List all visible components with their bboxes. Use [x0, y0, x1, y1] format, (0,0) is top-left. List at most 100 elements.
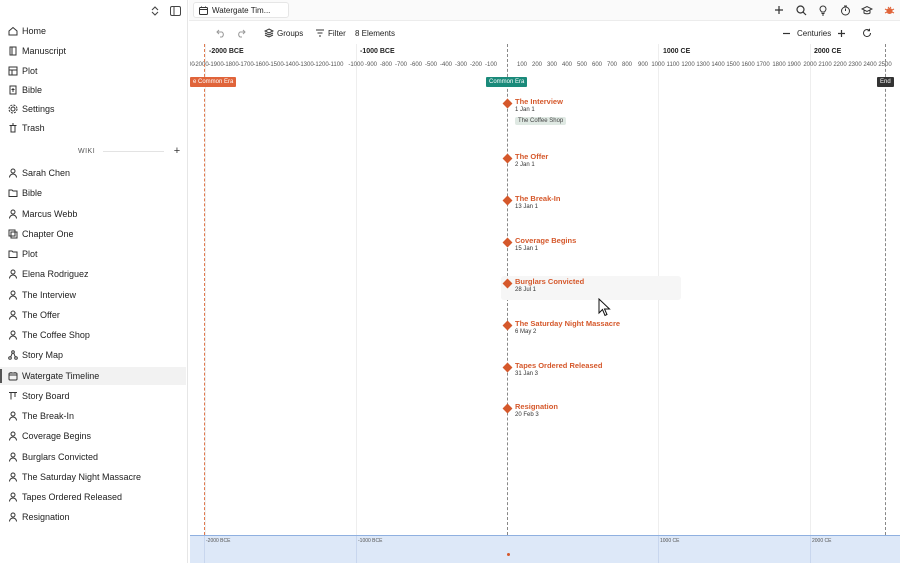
sidebar-item-label: Home: [22, 26, 47, 36]
wiki-item-chapter-one[interactable]: Chapter One: [0, 225, 186, 243]
sort-icon[interactable]: [149, 5, 161, 17]
zoom-out-button[interactable]: [781, 28, 794, 38]
minus-icon: [781, 28, 791, 38]
sidebar-toggle-icon[interactable]: [169, 5, 181, 17]
event-date: 15 Jan 1: [515, 246, 539, 252]
new-tab-icon[interactable]: [772, 3, 786, 17]
wiki-item-the-coffee-shop[interactable]: The Coffee Shop: [0, 326, 186, 344]
minimap-label: -1000 BCE: [358, 538, 383, 544]
reset-view-button[interactable]: [862, 28, 875, 38]
wiki-item-burglars-convicted[interactable]: Burglars Convicted: [0, 448, 186, 466]
person-icon: [8, 472, 18, 482]
wiki-item-bible[interactable]: Bible: [0, 184, 186, 202]
timeline-event-the-interview[interactable]: The Interview 1 Jan 1 The Coffee Shop: [501, 96, 681, 125]
filter-button[interactable]: Filter: [315, 28, 346, 38]
minor-tick-label: -700: [394, 62, 408, 68]
minor-tick-label: -1300: [298, 62, 314, 68]
event-title: Coverage Begins: [515, 236, 577, 245]
wiki-item-label: The Interview: [22, 289, 77, 300]
common-era-marker[interactable]: Common Era: [486, 77, 528, 87]
person-icon: [8, 269, 18, 279]
layers-icon: [264, 28, 274, 38]
minor-tick-label: -1800: [223, 62, 239, 68]
wiki-item-label: Story Map: [22, 350, 64, 361]
minor-tick-label: -100: [484, 62, 498, 68]
timeline-event-burglars-convicted[interactable]: Burglars Convicted 28 Jul 1: [501, 276, 681, 300]
start-marker[interactable]: e Common Era: [190, 77, 237, 87]
timeline-event-the-offer[interactable]: The Offer 2 Jan 1: [501, 151, 681, 175]
sidebar-item-plot[interactable]: Plot: [0, 62, 186, 80]
timeline-canvas[interactable]: -2000 BCE -1000 BCE 1000 CE 2000 CE -210…: [190, 44, 900, 535]
wiki-item-label: Burglars Convicted: [22, 451, 99, 462]
minor-tick-label: 1300: [696, 62, 710, 68]
wiki-item-marcus-webb[interactable]: Marcus Webb: [0, 205, 186, 223]
event-diamond-icon: [502, 237, 513, 248]
sidebar-item-bible[interactable]: Bible: [0, 81, 186, 99]
wiki-item-story-map[interactable]: Story Map: [0, 346, 186, 364]
wiki-item-label: Story Board: [22, 390, 70, 401]
sidebar-item-home[interactable]: Home: [0, 22, 186, 40]
graduation-cap-icon[interactable]: [860, 3, 874, 17]
wiki-item-label: Marcus Webb: [22, 208, 78, 219]
timeline-minimap[interactable]: -2000 BCE -1000 BCE 1000 CE 2000 CE: [190, 535, 900, 563]
sidebar-item-trash[interactable]: Trash: [0, 119, 186, 137]
event-title: The Offer: [515, 152, 549, 161]
folder-icon: [8, 188, 18, 198]
timeline-event-the-saturday-night-massacre[interactable]: The Saturday Night Massacre 6 May 2: [501, 318, 681, 342]
zoom-in-button[interactable]: [836, 28, 849, 38]
person-icon: [8, 452, 18, 462]
wiki-item-plot[interactable]: Plot: [0, 245, 186, 263]
wiki-item-elena-rodriguez[interactable]: Elena Rodriguez: [0, 265, 186, 283]
wiki-item-tapes-ordered-released[interactable]: Tapes Ordered Released: [0, 488, 186, 506]
bible-icon: [8, 85, 18, 95]
tab-watergate-timeline[interactable]: Watergate Tim...: [193, 2, 289, 18]
sidebar-item-settings[interactable]: Settings: [0, 100, 186, 118]
gridline: [810, 44, 811, 535]
bug-icon[interactable]: [882, 3, 896, 17]
minor-tick-label: 200: [531, 62, 543, 68]
minor-tick-label: 2100: [818, 62, 832, 68]
minor-tick-label: 500: [576, 62, 588, 68]
undo-button[interactable]: [216, 28, 229, 38]
event-location-tag[interactable]: The Coffee Shop: [515, 117, 567, 125]
timeline-event-coverage-begins[interactable]: Coverage Begins 15 Jan 1: [501, 235, 681, 259]
event-title: The Saturday Night Massacre: [515, 319, 621, 328]
timeline-event-the-break-in[interactable]: The Break-In 13 Jan 1: [501, 193, 681, 217]
minor-tick-label: 1600: [741, 62, 755, 68]
minor-tick-label: -2000: [193, 62, 209, 68]
wiki-item-watergate-timeline[interactable]: Watergate Timeline: [0, 366, 186, 385]
event-diamond-icon: [502, 362, 513, 373]
groups-button[interactable]: Groups: [264, 28, 303, 38]
gridline: [205, 44, 206, 535]
timer-icon[interactable]: [838, 3, 852, 17]
wiki-item-coverage-begins[interactable]: Coverage Begins: [0, 427, 186, 445]
wiki-item-the-break-in[interactable]: The Break-In: [0, 407, 186, 425]
add-wiki-page-button[interactable]: +: [172, 145, 182, 157]
timeline-event-resignation[interactable]: Resignation 20 Feb 3: [501, 401, 681, 425]
wiki-item-story-board[interactable]: Story Board: [0, 387, 186, 405]
event-title: The Break-In: [515, 194, 561, 203]
wiki-item-sarah-chen[interactable]: Sarah Chen: [0, 164, 186, 182]
person-icon: [8, 512, 18, 522]
minor-tick-label: 600: [591, 62, 603, 68]
sidebar-item-manuscript[interactable]: Manuscript: [0, 42, 186, 60]
minor-tick-label: 100: [516, 62, 528, 68]
minimap-gridline: [658, 536, 659, 563]
end-marker[interactable]: End: [877, 77, 894, 87]
timeline-event-tapes-ordered-released[interactable]: Tapes Ordered Released 31 Jan 3: [501, 360, 681, 384]
wiki-item-the-interview[interactable]: The Interview: [0, 286, 186, 304]
start-boundary-line: [204, 44, 205, 535]
lightbulb-icon[interactable]: [816, 3, 830, 17]
event-diamond-icon: [502, 320, 513, 331]
event-date: 2 Jan 1: [515, 162, 535, 168]
event-diamond-icon: [502, 195, 513, 206]
event-diamond-icon: [502, 278, 513, 289]
search-icon[interactable]: [794, 3, 808, 17]
wiki-item-the-offer[interactable]: The Offer: [0, 306, 186, 324]
redo-button[interactable]: [236, 28, 249, 38]
minimap-event-dot: [507, 553, 510, 556]
wiki-item-the-saturday-night-massacre[interactable]: The Saturday Night Massacre: [0, 468, 186, 486]
minor-tick-label: -1900: [208, 62, 224, 68]
wiki-item-resignation[interactable]: Resignation: [0, 508, 186, 526]
minor-tick-label: -1000: [348, 62, 364, 68]
